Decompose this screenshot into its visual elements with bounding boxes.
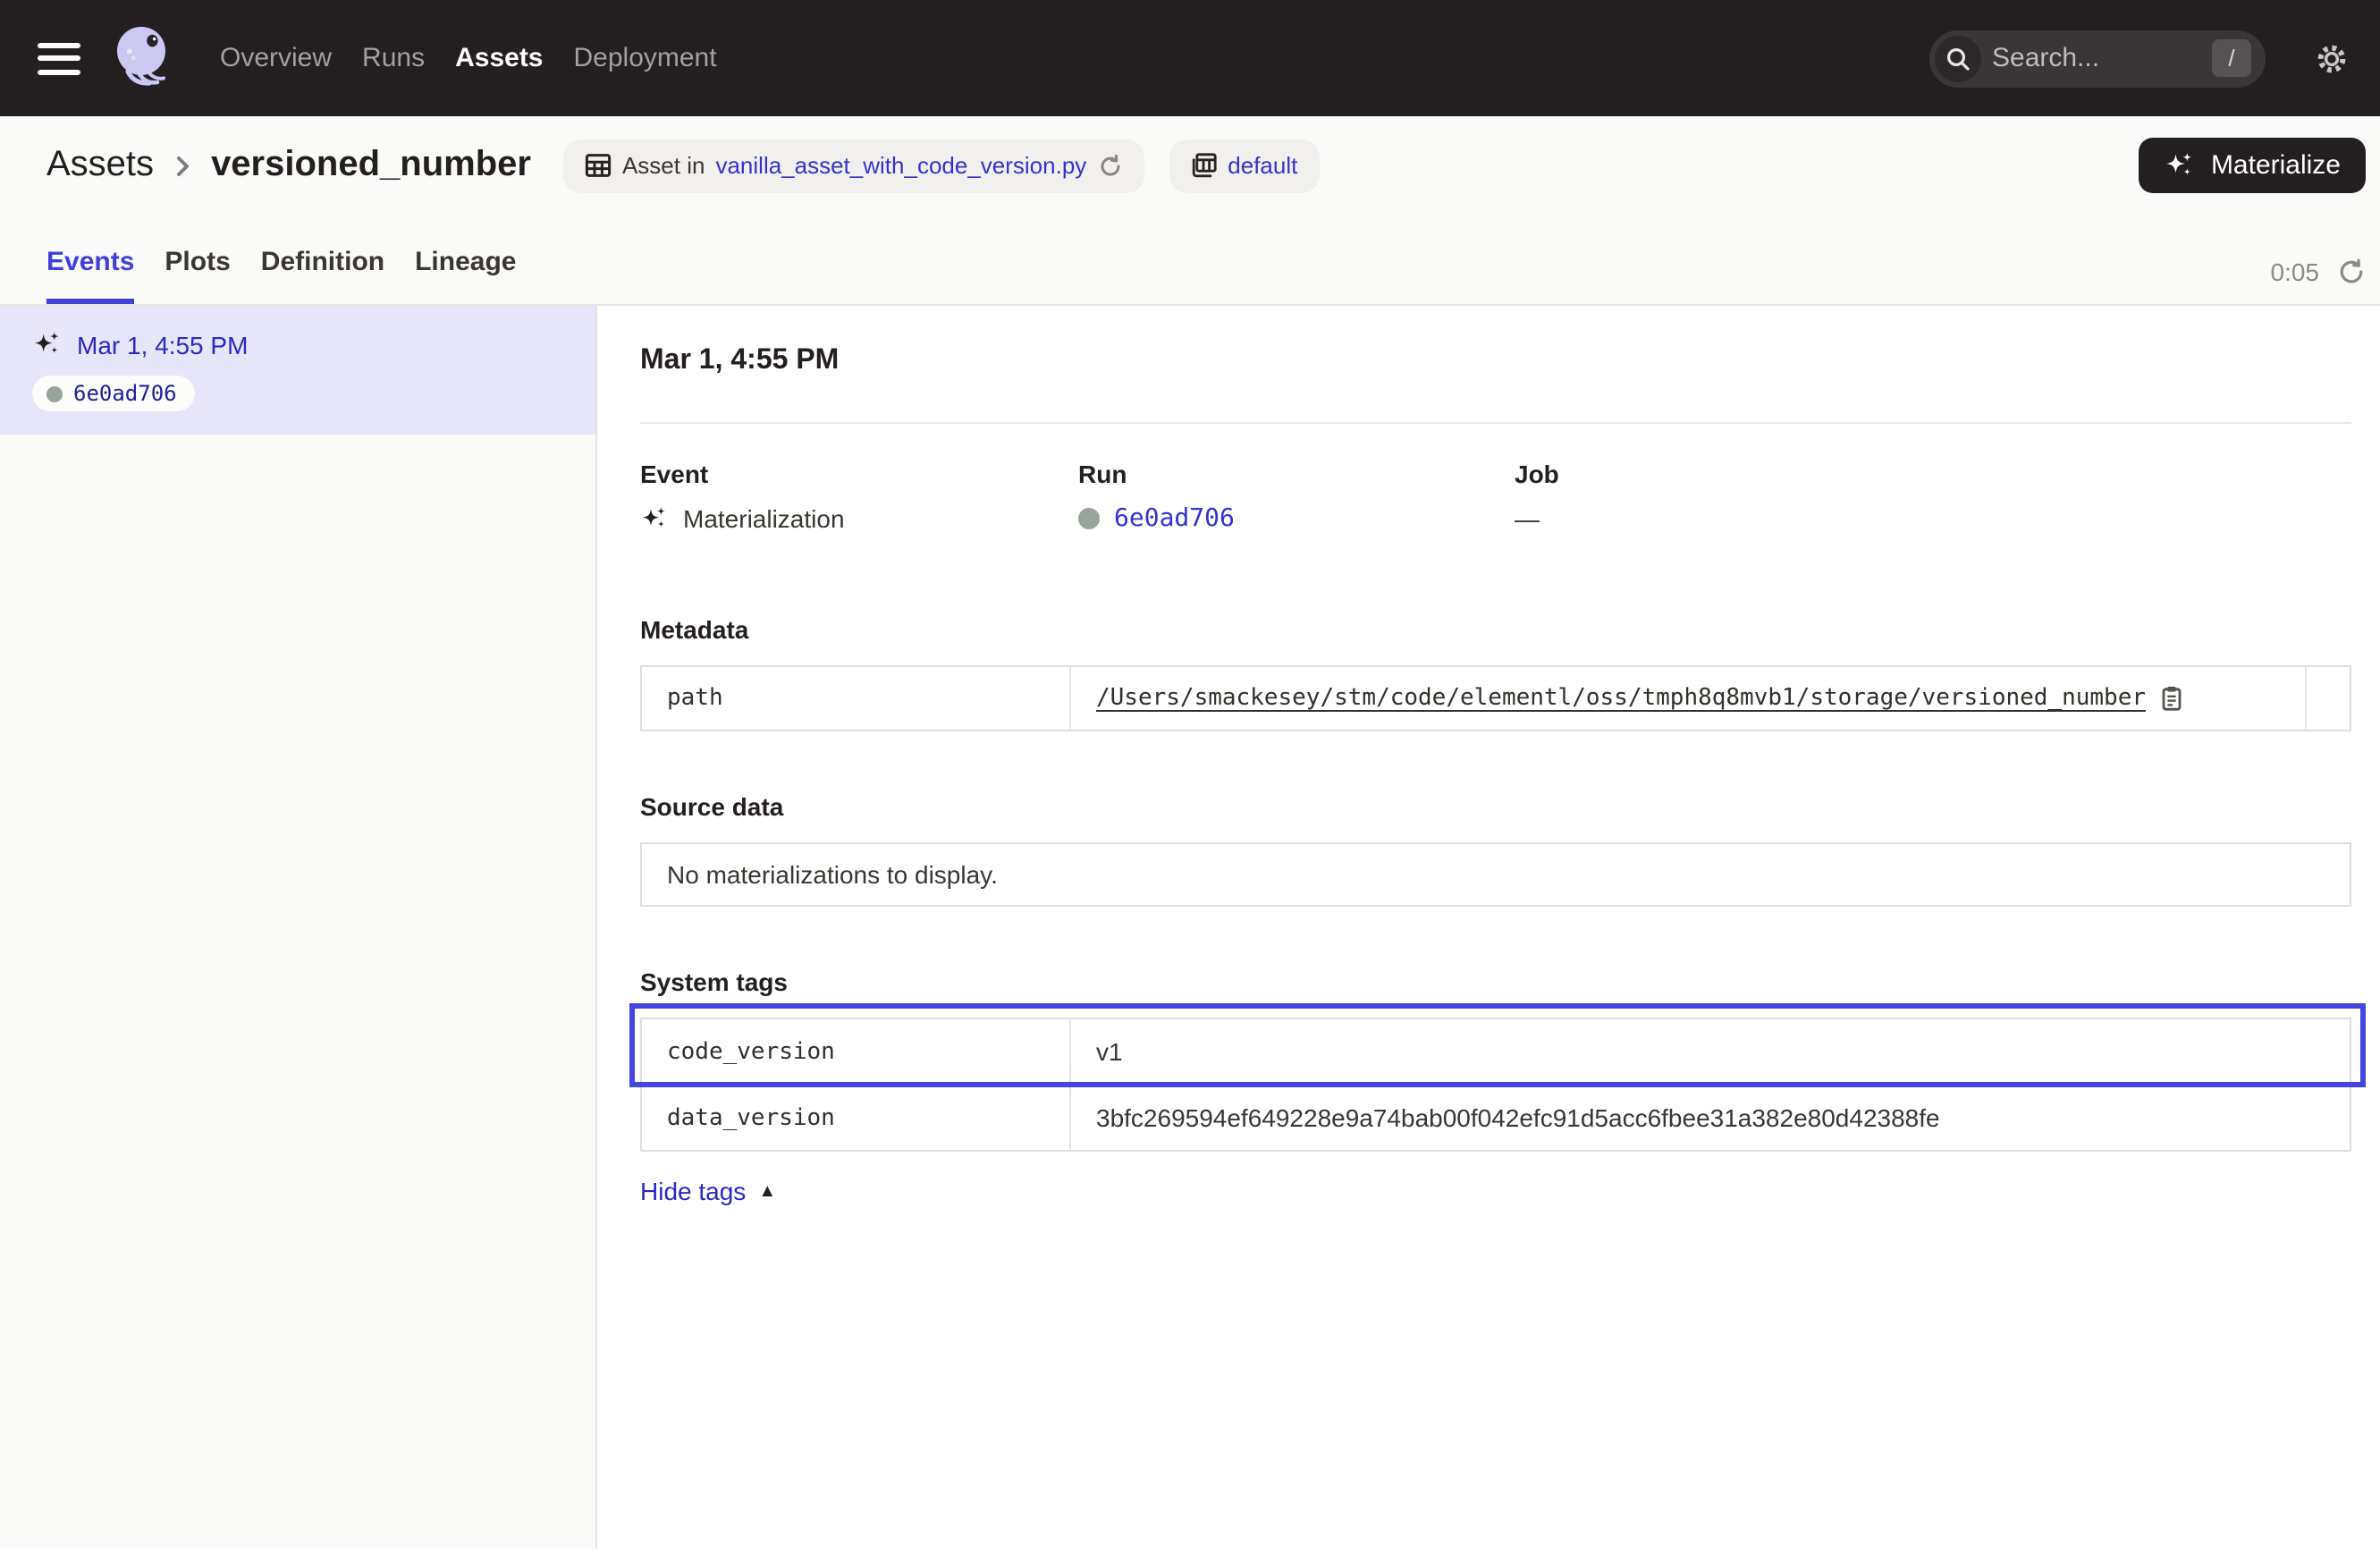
table-row: path /Users/smackesey/stm/code/elementl/… [642,667,2350,730]
tab-bar: Events Plots Definition Lineage 0:05 [46,247,2366,304]
dagster-logo-icon[interactable] [109,22,173,94]
tag-value-cell: 3bfc269594ef649228e9a74bab00f042efc91d5a… [1071,1086,2350,1150]
event-detail-panel: Mar 1, 4:55 PM Event Materialization [597,306,2380,1549]
job-column-label: Job [1515,460,1559,488]
table-row-data-version: data_version 3bfc269594ef649228e9a74bab0… [642,1084,2350,1150]
nav-item-assets[interactable]: Assets [455,43,543,73]
asset-page-header: Assets versioned_number Asset [0,116,2380,306]
hide-tags-label: Hide tags [640,1177,746,1205]
menu-icon[interactable] [38,42,80,74]
page-title: versioned_number [211,145,531,186]
tab-events[interactable]: Events [46,247,134,304]
search-box[interactable]: / [1929,30,2266,87]
table-row-code-version: code_version v1 [642,1019,2350,1084]
materialize-button-label: Materialize [2211,150,2341,181]
system-tags-heading: System tags [640,967,2351,996]
tab-definition[interactable]: Definition [261,247,384,304]
event-timestamp: Mar 1, 4:55 PM [77,330,248,359]
materialize-button[interactable]: Materialize [2139,138,2366,193]
refresh-icon[interactable] [2337,258,2366,286]
sparkle-icon [2165,149,2197,182]
primary-nav: Overview Runs Assets Deployment [220,43,717,73]
run-status-dot [46,385,63,401]
run-id-chip[interactable]: 6e0ad706 [32,376,195,411]
asset-file-link[interactable]: vanilla_asset_with_code_version.py [715,152,1086,179]
job-value: — [1515,504,1540,533]
system-tags-table: code_version v1 data_version 3bfc269594e… [640,1018,2351,1152]
source-data-section: Source data No materializations to displ… [640,792,2351,907]
tag-key-cell: data_version [642,1086,1071,1150]
metadata-section: Metadata path /Users/smackesey/stm/code/… [640,615,2351,731]
divider [640,422,2351,424]
search-shortcut-key: / [2212,39,2251,77]
system-tags-section: System tags code_version v1 data_version… [640,967,2351,1209]
tab-lineage[interactable]: Lineage [415,247,516,304]
breadcrumb: Assets versioned_number Asset [46,138,2366,193]
run-id-chip-label: 6e0ad706 [73,381,177,406]
materialization-sparkle-icon [32,329,63,359]
table-grid-icon [585,152,612,179]
group-default-link[interactable]: default [1228,152,1297,179]
asset-badge-prefix: Asset in [622,152,705,179]
nav-item-overview[interactable]: Overview [220,43,332,73]
event-column-label: Event [640,460,1078,488]
source-data-empty-message: No materializations to display. [640,842,2351,907]
settings-gear-icon[interactable] [2314,40,2350,76]
copy-icon[interactable] [2160,685,2183,712]
top-nav: Overview Runs Assets Deployment / [0,0,2380,116]
event-list-item-selected[interactable]: Mar 1, 4:55 PM 6e0ad706 [0,306,595,435]
run-id-link[interactable]: 6e0ad706 [1114,504,1235,533]
tag-value-cell: v1 [1071,1019,2350,1084]
tab-plots[interactable]: Plots [165,247,230,304]
breadcrumb-assets-link[interactable]: Assets [46,145,154,186]
chevron-right-icon [172,151,193,180]
group-badge: default [1169,139,1319,192]
search-input[interactable] [1981,43,2212,73]
hide-tags-link[interactable]: Hide tags ▲ [640,1177,776,1205]
event-list-sidebar: Mar 1, 4:55 PM 6e0ad706 [0,306,597,1549]
nav-item-runs[interactable]: Runs [362,43,425,73]
app-window: Overview Runs Assets Deployment / [0,0,2380,1563]
metadata-table: path /Users/smackesey/stm/code/elementl/… [640,665,2351,731]
nav-item-deployment[interactable]: Deployment [574,43,717,73]
path-value-link[interactable]: /Users/smackesey/stm/code/elementl/oss/t… [1096,685,2146,712]
event-detail-title: Mar 1, 4:55 PM [640,345,2351,377]
asset-definition-badge: Asset in vanilla_asset_with_code_version… [563,139,1144,192]
refresh-countdown: 0:05 [2271,258,2320,286]
top-nav-right: / [1929,30,2350,87]
asset-group-icon [1190,152,1217,179]
run-status-dot [1078,508,1100,529]
event-type-value: Materialization [683,504,845,533]
metadata-key-cell: path [642,667,1071,730]
search-icon [1935,35,1981,81]
metadata-heading: Metadata [640,615,2351,644]
reload-code-icon[interactable] [1097,153,1122,178]
tag-key-cell: code_version [642,1019,1071,1084]
event-summary: Event Materialization Run [640,460,2351,533]
caret-up-icon: ▲ [758,1181,776,1201]
source-data-heading: Source data [640,792,2351,821]
metadata-action-cell [2305,667,2350,730]
run-column-label: Run [1078,460,1515,488]
materialization-sparkle-icon [640,504,669,533]
